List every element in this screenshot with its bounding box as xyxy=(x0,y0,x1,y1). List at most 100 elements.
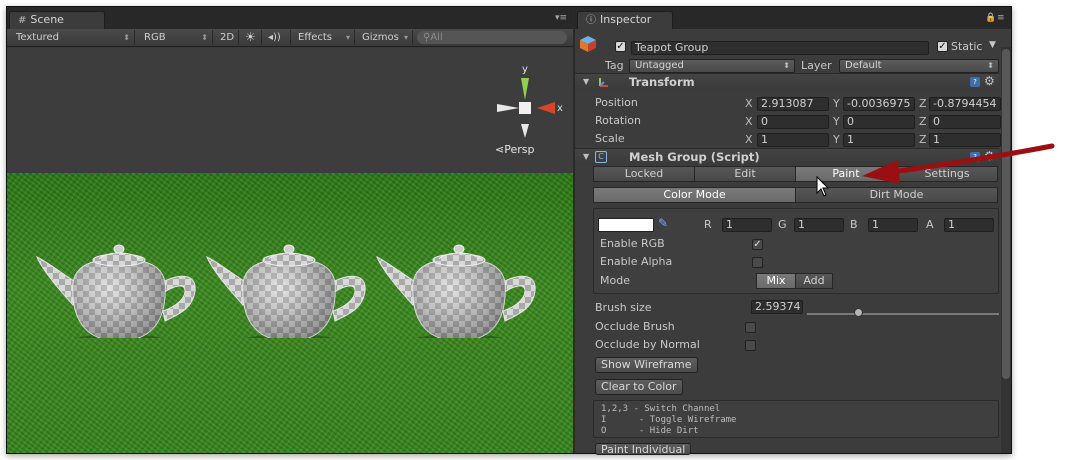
teapot-right[interactable] xyxy=(376,244,536,338)
updown-arrow-icon: ⬍ xyxy=(201,33,208,42)
gear-icon[interactable]: ⚙ xyxy=(984,74,995,88)
tab-edit[interactable]: Edit xyxy=(694,166,796,182)
rotation-label: Rotation xyxy=(595,114,642,127)
tab-paint[interactable]: Paint xyxy=(795,166,897,182)
tag-label: Tag xyxy=(605,59,624,72)
teapot-center[interactable] xyxy=(206,244,366,338)
layer-dropdown[interactable]: Default ⬍ xyxy=(839,59,999,73)
occlude-normal-checkbox[interactable] xyxy=(745,340,756,351)
2d-toggle[interactable]: 2D xyxy=(215,30,239,45)
position-z-field[interactable]: -0.8794454 xyxy=(929,97,1001,111)
2d-label: 2D xyxy=(220,32,235,43)
g-label: G xyxy=(778,218,787,231)
gear-icon[interactable]: ⚙ xyxy=(984,149,995,163)
scale-x-field[interactable]: 1 xyxy=(757,133,829,147)
tag-dropdown[interactable]: Untagged ⬍ xyxy=(629,59,795,73)
gizmo-neg-x-cone[interactable] xyxy=(497,104,519,112)
occlude-brush-checkbox[interactable] xyxy=(745,322,756,333)
position-y-axis: Y xyxy=(833,97,840,110)
gizmo-x-label: x xyxy=(557,103,563,114)
audio-toggle[interactable]: ◂)) xyxy=(263,30,291,45)
scale-z-field[interactable]: 1 xyxy=(929,133,1001,147)
position-label: Position xyxy=(595,96,638,109)
scrollbar-thumb[interactable] xyxy=(1002,49,1010,379)
script-icon: C xyxy=(595,151,607,163)
object-name-field[interactable]: Teapot Group xyxy=(631,41,929,55)
brush-size-label: Brush size xyxy=(595,301,652,314)
tab-settings[interactable]: Settings xyxy=(896,166,998,182)
scale-y-field[interactable]: 1 xyxy=(843,133,915,147)
persp-icon: ⋖ xyxy=(495,143,505,156)
rotation-y-field[interactable]: 0 xyxy=(843,115,915,129)
a-field[interactable]: 1 xyxy=(944,218,994,232)
scene-search-input[interactable]: ⚲All xyxy=(417,31,567,44)
render-mode-dropdown[interactable]: Textured ⬍ xyxy=(11,30,135,45)
gizmo-neg-y-cone[interactable] xyxy=(521,124,529,138)
tab-locked[interactable]: Locked xyxy=(593,166,695,182)
g-field[interactable]: 1 xyxy=(794,218,844,232)
mode-mix[interactable]: Mix xyxy=(756,273,796,289)
transform-header[interactable]: ▼ Transform ? ⚙ xyxy=(575,73,999,90)
gizmos-dropdown[interactable]: Gizmos ▾ xyxy=(357,30,413,45)
lock-icon[interactable]: 🔒 xyxy=(985,13,996,23)
gizmo-center-cube[interactable] xyxy=(519,102,531,114)
static-dropdown-arrow-icon[interactable]: ▼ xyxy=(989,40,996,50)
scene-viewport[interactable]: y x ⋖Persp xyxy=(7,48,573,453)
help-book-icon[interactable]: ? xyxy=(970,152,980,162)
fold-arrow-icon[interactable]: ▼ xyxy=(583,152,589,161)
blend-mode-toggle: Mix Add xyxy=(756,273,833,289)
occlude-normal-label: Occlude by Normal xyxy=(595,338,700,351)
gizmo-y-cone[interactable] xyxy=(521,78,529,100)
inspector-tab-label: Inspector xyxy=(600,13,652,26)
orientation-gizmo[interactable]: y x xyxy=(489,62,565,146)
layer-label: Layer xyxy=(801,59,832,72)
help-book-icon[interactable]: ? xyxy=(970,77,980,87)
r-field[interactable]: 1 xyxy=(722,218,772,232)
enable-alpha-checkbox[interactable] xyxy=(752,257,763,268)
projection-label[interactable]: ⋖Persp xyxy=(495,143,534,156)
brush-size-field[interactable]: 2.59374 xyxy=(751,300,803,314)
rotation-x-field[interactable]: 0 xyxy=(757,115,829,129)
brush-size-slider-knob[interactable] xyxy=(854,308,863,317)
b-field[interactable]: 1 xyxy=(868,218,918,232)
inspector-panel: ⓘ Inspector 🔒 ≡ ✓ Teapot Group ✓ Static ▼… xyxy=(575,7,1011,455)
active-checkbox[interactable]: ✓ xyxy=(615,41,626,52)
color-mode-value: RGB xyxy=(144,32,166,43)
rotation-z-field[interactable]: 0 xyxy=(929,115,1001,129)
color-swatch[interactable] xyxy=(598,218,654,232)
mode-add[interactable]: Add xyxy=(795,273,833,289)
paint-individual-button[interactable]: Paint Individual xyxy=(595,443,692,455)
position-x-field[interactable]: 2.913087 xyxy=(757,97,829,111)
a-label: A xyxy=(926,218,934,231)
effects-dropdown[interactable]: Effects ▾ xyxy=(293,30,355,45)
inspector-scrollbar[interactable] xyxy=(1001,47,1011,453)
brush-size-slider[interactable] xyxy=(807,313,999,315)
panel-menu-icon[interactable]: ▾≡ xyxy=(555,13,567,23)
tab-scene[interactable]: # Scene xyxy=(9,11,105,29)
position-y-field[interactable]: -0.0036975 xyxy=(843,97,915,111)
tab-inspector[interactable]: ⓘ Inspector xyxy=(577,11,673,29)
color-mode-dropdown[interactable]: RGB ⬍ xyxy=(139,30,213,45)
gizmo-x-cone[interactable] xyxy=(537,102,555,114)
updown-arrow-icon: ⬍ xyxy=(987,61,994,70)
position-z-axis: Z xyxy=(919,97,927,110)
teapot-left[interactable] xyxy=(36,244,196,338)
enable-rgb-checkbox[interactable]: ✓ xyxy=(752,239,763,250)
help-line-1: 1,2,3 - Switch Channel xyxy=(601,404,721,414)
mesh-group-header[interactable]: ▼ C Mesh Group (Script) ? ⚙ xyxy=(575,148,999,165)
inspector-tabbar: ⓘ Inspector 🔒 ≡ xyxy=(575,7,1011,29)
eyedropper-icon[interactable]: ✎ xyxy=(658,216,668,230)
speaker-icon: ◂)) xyxy=(268,32,281,43)
fold-arrow-icon[interactable]: ▼ xyxy=(583,77,589,86)
lighting-toggle[interactable]: ☀ xyxy=(240,30,262,45)
tab-dirt-mode[interactable]: Dirt Mode xyxy=(795,187,998,203)
static-checkbox[interactable]: ✓ xyxy=(937,41,948,52)
panel-menu-icon[interactable]: ≡ xyxy=(997,13,1005,23)
scale-z-axis: Z xyxy=(919,133,927,146)
b-label: B xyxy=(850,218,858,231)
gizmo-y-label: y xyxy=(522,64,528,75)
show-wireframe-button[interactable]: Show Wireframe xyxy=(595,357,698,373)
clear-to-color-button[interactable]: Clear to Color xyxy=(595,379,683,395)
tab-color-mode[interactable]: Color Mode xyxy=(593,187,796,203)
scene-tab-label: Scene xyxy=(30,13,64,26)
